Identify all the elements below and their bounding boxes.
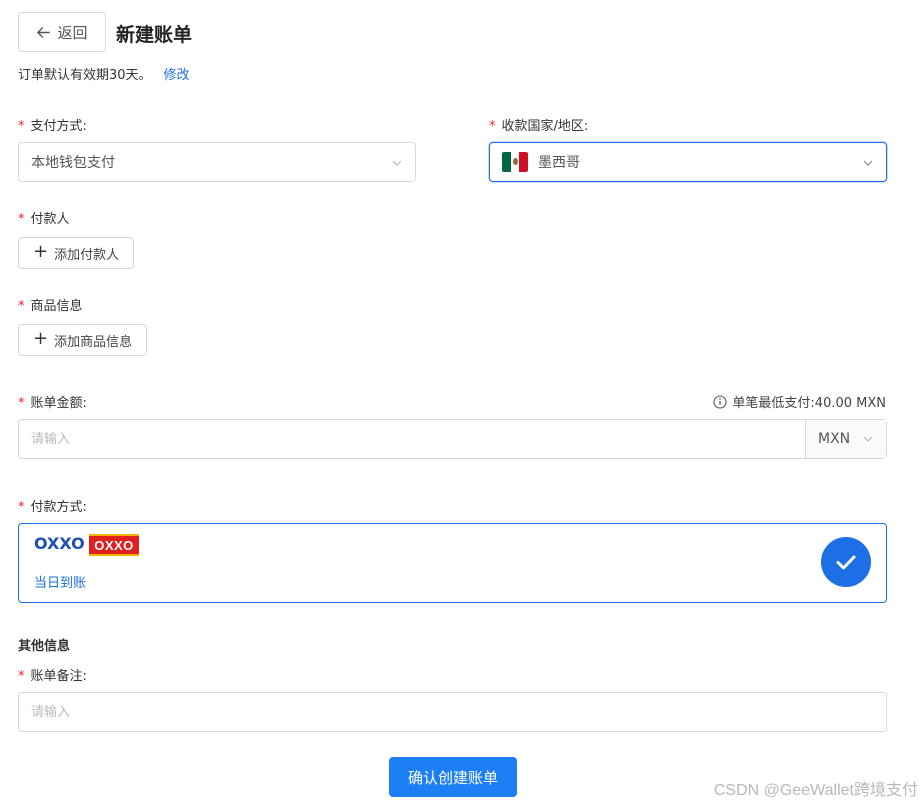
page-title: 新建账单 [116, 24, 193, 46]
info-icon [713, 394, 727, 409]
add-goods-label: 添加商品信息 [54, 334, 133, 350]
mexico-flag-icon [502, 152, 528, 172]
pay-option-name: OXXO [34, 534, 85, 553]
amount-label: * 账单金额: [18, 396, 87, 411]
min-amount-hint: 单笔最低支付:40.00 MXN [713, 392, 886, 411]
edit-validity-link[interactable]: 修改 [164, 64, 190, 83]
amount-field-group: MXN [18, 419, 887, 459]
validity-text: 订单默认有效期30天。 [18, 68, 152, 83]
arrival-time: 当日到账 [34, 576, 87, 591]
back-label: 返回 [57, 23, 88, 42]
watermark: CSDN @GeeWallet跨境支付 [713, 782, 918, 799]
currency-value: MXN [818, 431, 851, 447]
payment-method-select[interactable]: 本地钱包支付 [18, 142, 416, 182]
amount-input[interactable] [19, 420, 805, 458]
payment-method-label: * 支付方式: [18, 119, 87, 134]
plus-icon: + [33, 241, 49, 262]
back-button[interactable]: 返回 [18, 12, 106, 52]
chevron-down-icon [863, 160, 873, 166]
add-payer-button[interactable]: + 添加付款人 [18, 237, 135, 269]
chevron-down-icon [392, 160, 402, 166]
payment-method-value: 本地钱包支付 [31, 155, 115, 171]
confirm-create-button[interactable]: 确认创建账单 [389, 757, 517, 797]
chevron-down-icon [863, 436, 873, 442]
oxxo-logo: OXXO [89, 534, 139, 556]
remark-label: * 账单备注: [18, 669, 87, 684]
other-info-title: 其他信息 [18, 639, 71, 654]
remark-input[interactable] [18, 692, 887, 732]
checkmark-icon [821, 537, 871, 587]
oxxo-payment-option[interactable]: OXXO OXXO 当日到账 [18, 523, 887, 603]
pay-option-label: * 付款方式: [18, 500, 87, 515]
country-label: * 收款国家/地区: [489, 119, 589, 134]
validity-note: 订单默认有效期30天。 修改 [18, 64, 190, 83]
min-amount-text: 单笔最低支付:40.00 MXN [732, 396, 886, 411]
add-goods-button[interactable]: + 添加商品信息 [18, 324, 148, 356]
goods-label: * 商品信息 [18, 299, 83, 314]
add-payer-label: 添加付款人 [54, 247, 120, 263]
plus-icon: + [33, 328, 49, 349]
payer-label: * 付款人 [18, 212, 70, 227]
arrow-left-icon [37, 26, 51, 38]
country-select[interactable]: 墨西哥 [489, 142, 887, 182]
country-value: 墨西哥 [538, 155, 580, 171]
currency-select[interactable]: MXN [805, 420, 886, 458]
